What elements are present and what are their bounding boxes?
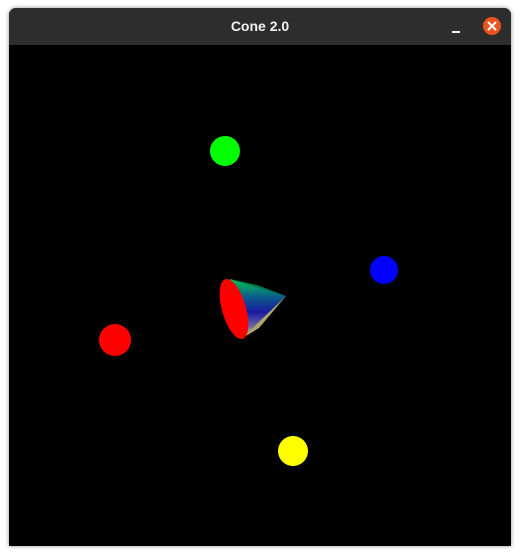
blue-sphere	[370, 256, 398, 284]
title-bar[interactable]: Cone 2.0	[9, 8, 511, 45]
render-canvas[interactable]	[9, 45, 511, 546]
close-button[interactable]	[483, 17, 501, 35]
minimize-button[interactable]	[447, 18, 465, 36]
app-window: Cone 2.0	[9, 8, 511, 546]
red-sphere	[99, 324, 131, 356]
green-sphere	[210, 136, 240, 166]
close-icon	[483, 17, 501, 35]
minimize-icon	[452, 31, 460, 33]
yellow-sphere	[278, 436, 308, 466]
scene-view	[99, 136, 398, 466]
window-title: Cone 2.0	[230, 18, 290, 34]
cone	[219, 279, 286, 339]
